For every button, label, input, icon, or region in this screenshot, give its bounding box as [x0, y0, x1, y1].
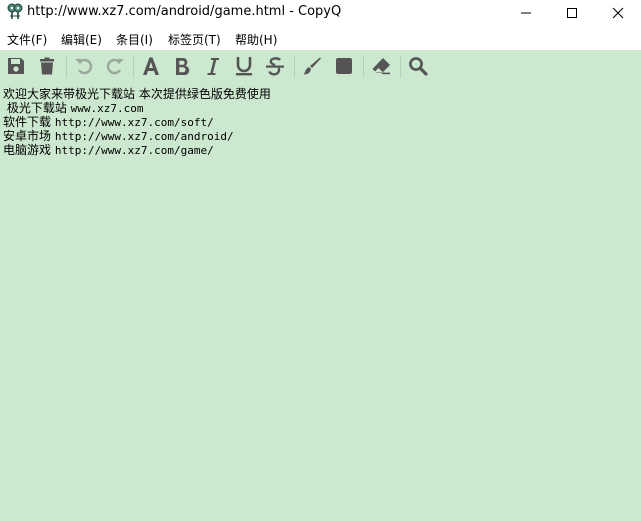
italic-button[interactable] [202, 55, 224, 77]
redo-icon [106, 58, 124, 75]
undo-button[interactable] [73, 55, 95, 77]
line-text: 软件下载 [3, 115, 55, 129]
undo-icon [75, 58, 93, 75]
toolbar-separator [363, 56, 364, 78]
font-button[interactable] [140, 55, 162, 77]
toolbar-separator [133, 56, 134, 78]
minimize-button[interactable] [503, 0, 549, 26]
editor-area: 欢迎大家来带极光下载站 本次提供绿色版免费使用 极光下载站 www.xz7.co… [0, 50, 641, 521]
search-icon [409, 57, 428, 76]
line-text: 电脑游戏 [3, 143, 55, 157]
close-icon [612, 7, 624, 19]
delete-button[interactable] [36, 55, 58, 77]
minimize-icon [521, 12, 531, 14]
window-title: http://www.xz7.com/android/game.html - C… [27, 4, 342, 19]
menu-help[interactable]: 帮助(H) [235, 31, 277, 48]
menu-bar: 文件(F) 编辑(E) 条目(I) 标签页(T) 帮助(H) [0, 27, 641, 50]
trash-icon [40, 57, 54, 75]
save-icon [8, 58, 24, 74]
copyq-editor-window: http://www.xz7.com/android/game.html - C… [0, 0, 641, 521]
underline-button[interactable] [233, 55, 255, 77]
editor-line: 电脑游戏 http://www.xz7.com/game/ [3, 143, 639, 157]
menu-edit[interactable]: 编辑(E) [61, 31, 102, 48]
editor-line: 安卓市场 http://www.xz7.com/android/ [3, 129, 639, 143]
line-url: http://www.xz7.com/android/ [54, 130, 234, 143]
text-editor[interactable]: 欢迎大家来带极光下载站 本次提供绿色版免费使用 极光下载站 www.xz7.co… [3, 87, 639, 157]
maximize-icon [567, 8, 577, 18]
line-url: www.xz7.com [70, 102, 144, 115]
paintbrush-icon [303, 57, 321, 75]
bold-icon [176, 58, 190, 76]
strikethrough-button[interactable] [264, 55, 286, 77]
line-url: http://www.xz7.com/game/ [54, 144, 214, 157]
app-icon [7, 3, 23, 19]
save-button[interactable] [5, 55, 27, 77]
editor-line: 软件下载 http://www.xz7.com/soft/ [3, 115, 639, 129]
strikethrough-icon [266, 57, 284, 76]
line-text: 极光下载站 [3, 101, 71, 115]
background-color-button[interactable] [333, 55, 355, 77]
bold-button[interactable] [171, 55, 193, 77]
search-button[interactable] [407, 55, 429, 77]
foreground-color-button[interactable] [301, 55, 323, 77]
eraser-icon [372, 58, 390, 75]
editor-line: 极光下载站 www.xz7.com [3, 101, 639, 115]
font-icon [143, 57, 159, 75]
line-text: 欢迎大家来带极光下载站 本次提供绿色版免费使用 [3, 87, 271, 101]
toolbar-separator [400, 56, 401, 78]
menu-item[interactable]: 条目(I) [116, 31, 153, 48]
toolbar-separator [66, 56, 67, 78]
maximize-button[interactable] [549, 0, 595, 26]
square-icon [336, 58, 352, 74]
line-url: http://www.xz7.com/soft/ [54, 116, 214, 129]
line-text: 安卓市场 [3, 129, 55, 143]
italic-icon [207, 58, 219, 75]
toolbar-separator [294, 56, 295, 78]
toolbar [0, 50, 641, 84]
close-button[interactable] [595, 0, 641, 26]
redo-button[interactable] [104, 55, 126, 77]
menu-tabs[interactable]: 标签页(T) [168, 31, 221, 48]
editor-line: 欢迎大家来带极光下载站 本次提供绿色版免费使用 [3, 87, 639, 101]
clear-formatting-button[interactable] [370, 55, 392, 77]
title-bar[interactable]: http://www.xz7.com/android/game.html - C… [0, 0, 641, 26]
underline-icon [236, 57, 252, 76]
menu-file[interactable]: 文件(F) [7, 31, 47, 48]
